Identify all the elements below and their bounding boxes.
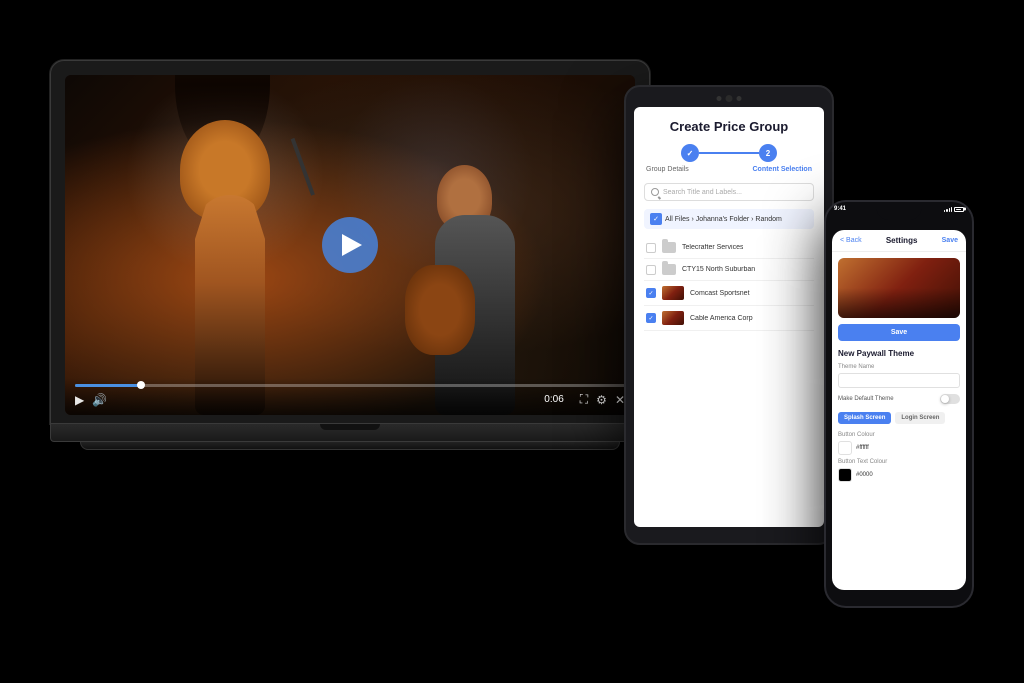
search-icon <box>651 188 659 196</box>
tablet-sensor <box>726 95 733 102</box>
file-checkbox-4[interactable] <box>646 313 656 323</box>
save-large-button[interactable]: Save <box>838 324 960 341</box>
play-control-icon[interactable]: ▶ <box>75 393 84 407</box>
singer-figure <box>165 135 325 415</box>
signal-bar-2 <box>946 209 947 212</box>
fullscreen-icon[interactable]: ⛶ <box>580 392 588 407</box>
make-default-label: Make Default Theme <box>838 396 894 402</box>
step-1-circle: ✓ <box>681 144 699 162</box>
video-thumb-3 <box>662 286 684 300</box>
phone-notch <box>877 202 922 220</box>
video-thumb-4 <box>662 311 684 325</box>
button-text-colour-swatch[interactable] <box>838 468 852 482</box>
theme-tabs: Splash Screen Login Screen <box>838 412 960 424</box>
file-checkbox-3[interactable] <box>646 288 656 298</box>
phone-screen: < Back Settings Save Save New Paywall Th… <box>832 230 966 590</box>
button-text-colour-value: #0000 <box>856 472 873 478</box>
search-placeholder: Search Title and Labels... <box>663 189 742 196</box>
tablet: Create Price Group ✓ 2 Group Details Con… <box>624 85 834 545</box>
step-2-label: Content Selection <box>752 166 812 173</box>
progress-dot <box>137 381 145 389</box>
file-item[interactable]: Comcast Sportsnet <box>644 281 814 306</box>
search-bar[interactable]: Search Title and Labels... <box>644 183 814 201</box>
button-text-colour-label: Button Text Colour <box>838 459 960 465</box>
laptop: ▶ 🔊 0:06 ⛶ ⚙ ✕ <box>50 60 650 450</box>
tablet-camera <box>717 96 722 101</box>
save-button[interactable]: Save <box>942 237 958 244</box>
step-1-label: Group Details <box>646 166 689 173</box>
button-text-colour-row: #0000 <box>838 468 960 482</box>
breadcrumb-text: All Files › Johanna's Folder › Random <box>665 216 782 223</box>
phone-header: < Back Settings Save <box>832 230 966 252</box>
signal-bar-4 <box>951 207 952 212</box>
file-item[interactable]: CTY15 North Suburban <box>644 259 814 281</box>
play-button[interactable] <box>322 217 378 273</box>
microphone <box>291 138 315 196</box>
phone-time: 9:41 <box>834 206 846 212</box>
breadcrumb-check-icon <box>650 213 662 225</box>
signal-bar-1 <box>944 210 945 212</box>
file-name-2: CTY15 North Suburban <box>682 266 755 273</box>
scene: ▶ 🔊 0:06 ⛶ ⚙ ✕ Create Pri <box>0 0 1024 683</box>
make-default-toggle[interactable] <box>940 394 960 404</box>
video-controls: ▶ 🔊 0:06 ⛶ ⚙ ✕ <box>65 378 635 415</box>
laptop-notch <box>320 424 380 430</box>
back-button[interactable]: < Back <box>840 237 862 244</box>
make-default-row: Make Default Theme <box>838 394 960 404</box>
progress-track[interactable] <box>75 384 625 387</box>
steps-indicator: ✓ 2 <box>644 144 814 162</box>
theme-name-label: Theme Name <box>838 364 960 370</box>
phone-status-icons <box>944 206 964 212</box>
folder-icon-2 <box>662 264 676 275</box>
phone-content: Save New Paywall Theme Theme Name Make D… <box>832 252 966 492</box>
signal-bar-3 <box>949 208 950 212</box>
file-name-4: Cable America Corp <box>690 315 753 322</box>
theme-section-title: New Paywall Theme <box>838 349 960 358</box>
guitar <box>405 265 475 355</box>
theme-name-input[interactable] <box>838 373 960 388</box>
signal-icon <box>944 206 952 212</box>
tab-splash-screen[interactable]: Splash Screen <box>838 412 891 424</box>
progress-fill <box>75 384 141 387</box>
tablet-camera-row <box>717 95 742 102</box>
phone: 9:41 < Back Settings Save <box>824 200 974 608</box>
laptop-screen-frame: ▶ 🔊 0:06 ⛶ ⚙ ✕ <box>50 60 650 424</box>
button-colour-value: #ffffff <box>856 445 869 451</box>
file-item[interactable]: Telecrafter Services <box>644 237 814 259</box>
volume-icon[interactable]: 🔊 <box>92 393 107 407</box>
step-line <box>699 152 759 154</box>
breadcrumb: All Files › Johanna's Folder › Random <box>644 209 814 229</box>
laptop-base <box>50 424 650 442</box>
button-colour-row: #ffffff <box>838 441 960 455</box>
thumb-overlay <box>838 288 960 318</box>
steps-labels: Group Details Content Selection <box>644 166 814 173</box>
modal-title: Create Price Group <box>644 119 814 134</box>
phone-header-title: Settings <box>886 236 918 245</box>
file-checkbox-2[interactable] <box>646 265 656 275</box>
concert-thumbnail <box>838 258 960 318</box>
file-checkbox-1[interactable] <box>646 243 656 253</box>
controls-row: ▶ 🔊 0:06 ⛶ ⚙ ✕ <box>75 392 625 407</box>
folder-icon <box>662 242 676 253</box>
laptop-screen: ▶ 🔊 0:06 ⛶ ⚙ ✕ <box>65 75 635 415</box>
battery-icon <box>954 207 964 212</box>
tab-login-screen[interactable]: Login Screen <box>895 412 945 424</box>
battery-fill <box>956 209 961 210</box>
button-colour-label: Button Colour <box>838 432 960 438</box>
tablet-screen: Create Price Group ✓ 2 Group Details Con… <box>634 107 824 527</box>
play-icon <box>342 234 362 256</box>
file-item[interactable]: Cable America Corp <box>644 306 814 331</box>
settings-icon[interactable]: ⚙ <box>596 393 607 407</box>
time-display: 0:06 <box>544 394 563 405</box>
file-name-3: Comcast Sportsnet <box>690 290 750 297</box>
tablet-speaker <box>737 96 742 101</box>
file-list: Telecrafter Services CTY15 North Suburba… <box>644 237 814 331</box>
toggle-knob <box>941 395 949 403</box>
file-name-1: Telecrafter Services <box>682 244 743 251</box>
step-2-circle: 2 <box>759 144 777 162</box>
button-colour-swatch[interactable] <box>838 441 852 455</box>
laptop-foot <box>80 442 620 450</box>
